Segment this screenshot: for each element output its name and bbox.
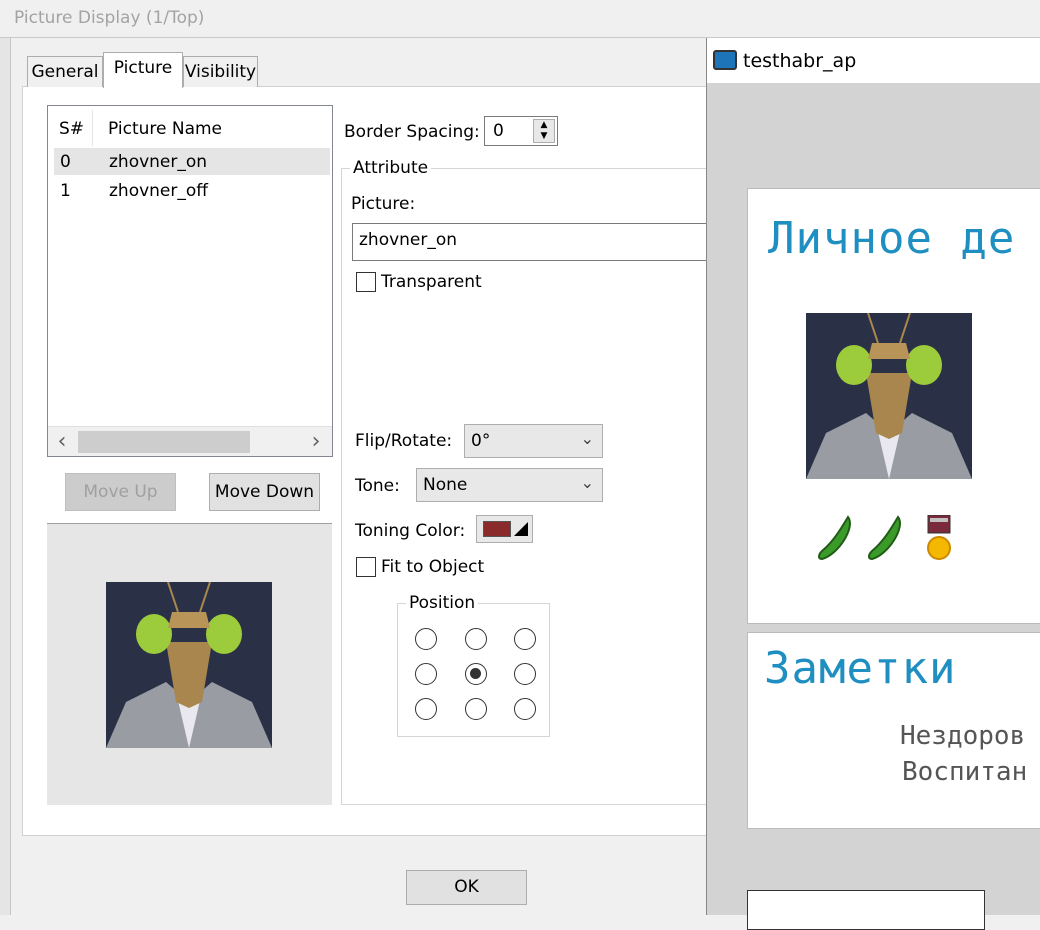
spinner-arrows-icon[interactable]: ▲ ▼ [533, 119, 555, 143]
tab-picture[interactable]: Picture [103, 52, 183, 88]
tab-general-label: General [31, 62, 99, 82]
bottom-panel [747, 890, 985, 930]
profile-heading: Личное де [768, 213, 1016, 264]
dialog-title: Picture Display (1/Top) [14, 8, 205, 28]
color-swatch [483, 521, 511, 537]
cucumber-icon [868, 515, 901, 561]
transparent-label: Transparent [381, 272, 482, 292]
picture-field[interactable]: zhovner_on [352, 223, 712, 261]
preview-window[interactable]: testhabr_ap Личное де Заметки Нездоров В… [706, 38, 1040, 930]
list-item[interactable]: 1 zhovner_off [54, 177, 330, 204]
position-top-left-radio[interactable] [415, 628, 437, 650]
tab-visibility-label: Visibility [184, 62, 257, 82]
picture-label: Picture: [351, 194, 416, 214]
position-group-title: Position [406, 593, 479, 613]
move-down-button[interactable]: Move Down [209, 473, 320, 511]
medal-icon [927, 515, 951, 560]
tone-label: Tone: [355, 476, 400, 496]
dropdown-triangle-icon [514, 522, 528, 536]
app-window-icon [713, 50, 737, 70]
flip-rotate-value: 0° [471, 431, 491, 451]
ok-button[interactable]: OK [406, 870, 527, 905]
move-up-button[interactable]: Move Up [65, 473, 176, 511]
tab-general[interactable]: General [27, 56, 103, 87]
list-item-snum: 0 [60, 152, 71, 172]
toning-color-label: Toning Color: [355, 521, 466, 541]
dialog-title-bar: Picture Display (1/Top) [0, 0, 1040, 38]
transparent-checkbox[interactable] [356, 272, 376, 292]
list-item-snum: 1 [60, 181, 71, 201]
picture-list[interactable]: S# Picture Name 0 zhovner_on 1 zhovner_o… [47, 105, 333, 457]
list-item-name: zhovner_off [109, 181, 208, 201]
border-spacing-value: 0 [493, 121, 504, 141]
list-horizontal-scrollbar[interactable]: ‹ › [48, 426, 332, 456]
position-bottom-left-radio[interactable] [415, 698, 437, 720]
cucumber-icon [818, 515, 851, 561]
scroll-left-arrow-icon[interactable]: ‹ [50, 429, 74, 455]
profile-card: Личное де [747, 188, 1040, 624]
mantis-portrait-image [806, 313, 972, 479]
dialog-left-edge [0, 38, 11, 915]
picture-preview [47, 523, 332, 805]
position-top-center-radio[interactable] [465, 628, 487, 650]
border-spacing-spinner[interactable]: 0 ▲ ▼ [484, 116, 558, 146]
notes-line: Воспитан [902, 757, 1028, 787]
notes-heading: Заметки [764, 643, 957, 694]
column-header-snum[interactable]: S# [59, 119, 84, 139]
mantis-portrait-image [106, 582, 272, 748]
scrollbar-thumb[interactable] [78, 431, 250, 453]
tone-dropdown[interactable]: None ⌄ [416, 468, 603, 502]
position-bottom-right-radio[interactable] [514, 698, 536, 720]
tab-picture-label: Picture [113, 58, 173, 78]
picture-field-value: zhovner_on [359, 230, 458, 250]
chevron-down-icon: ⌄ [580, 473, 594, 492]
tab-visibility[interactable]: Visibility [183, 56, 258, 87]
attribute-group-title: Attribute [350, 158, 432, 178]
flip-rotate-label: Flip/Rotate: [355, 431, 453, 451]
notes-card: Заметки Нездоров Воспитан [747, 632, 1040, 829]
list-item-name: zhovner_on [109, 152, 208, 172]
notes-line: Нездоров [900, 721, 1026, 751]
position-center-radio[interactable] [465, 663, 487, 685]
fit-to-object-label: Fit to Object [381, 557, 485, 577]
fit-to-object-checkbox[interactable] [356, 557, 376, 577]
tone-value: None [423, 475, 468, 495]
border-spacing-label: Border Spacing: [344, 122, 480, 142]
chevron-down-icon: ⌄ [580, 429, 594, 448]
position-middle-right-radio[interactable] [514, 663, 536, 685]
preview-window-title: testhabr_ap [743, 50, 857, 72]
position-bottom-center-radio[interactable] [465, 698, 487, 720]
preview-window-title-bar[interactable]: testhabr_ap [707, 38, 1040, 83]
flip-rotate-dropdown[interactable]: 0° ⌄ [464, 424, 603, 458]
toning-color-button[interactable] [476, 515, 533, 543]
position-middle-left-radio[interactable] [415, 663, 437, 685]
scroll-right-arrow-icon[interactable]: › [304, 429, 328, 455]
list-header: S# Picture Name [48, 106, 332, 148]
list-item[interactable]: 0 zhovner_on [54, 148, 330, 175]
position-top-right-radio[interactable] [514, 628, 536, 650]
column-header-picture-name[interactable]: Picture Name [108, 119, 222, 139]
column-separator [92, 110, 93, 146]
